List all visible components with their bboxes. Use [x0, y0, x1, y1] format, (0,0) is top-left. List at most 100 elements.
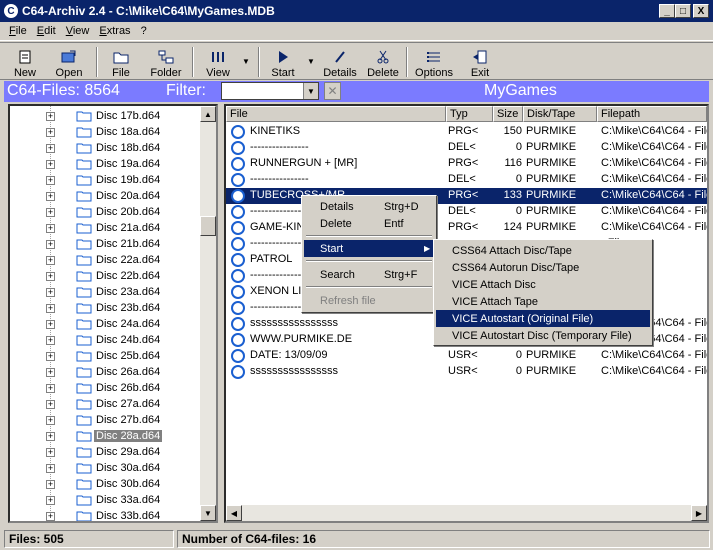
- tree-item[interactable]: + Disc 21b.d64: [10, 236, 205, 252]
- tree-item[interactable]: + Disc 25b.d64: [10, 348, 205, 364]
- view-dropdown-arrow-icon[interactable]: ▼: [242, 57, 250, 66]
- expand-icon[interactable]: +: [46, 367, 55, 377]
- file-button[interactable]: File: [106, 45, 136, 79]
- menu-item-details[interactable]: Details Strg+D: [304, 198, 434, 215]
- column-file[interactable]: File: [226, 106, 446, 122]
- column-size[interactable]: Size: [493, 106, 523, 122]
- tree-item[interactable]: + Disc 27b.d64: [10, 412, 205, 428]
- tree-item[interactable]: + Disc 22a.d64: [10, 252, 205, 268]
- tree-item[interactable]: + Disc 27a.d64: [10, 396, 205, 412]
- options-button[interactable]: Options: [414, 45, 454, 79]
- tree-item[interactable]: + Disc 20b.d64: [10, 204, 205, 220]
- close-button[interactable]: X: [693, 4, 709, 18]
- expand-icon[interactable]: +: [46, 415, 55, 425]
- table-row[interactable]: GAME-KIN PRG< 124 PURMIKE C:\Mike\C64\C64 - …: [226, 220, 707, 236]
- expand-icon[interactable]: +: [46, 239, 55, 249]
- tree-item[interactable]: + Disc 19a.d64: [10, 156, 205, 172]
- tree-item[interactable]: + Disc 18b.d64: [10, 140, 205, 156]
- column-filepath[interactable]: Filepath: [597, 106, 707, 122]
- open-button[interactable]: Open: [52, 45, 86, 79]
- expand-icon[interactable]: +: [46, 447, 55, 457]
- minimize-button[interactable]: _: [659, 4, 675, 18]
- menu-view[interactable]: View: [61, 25, 95, 37]
- tree-item[interactable]: + Disc 20a.d64: [10, 188, 205, 204]
- submenu-item[interactable]: CSS64 Autorun Disc/Tape: [436, 259, 650, 276]
- submenu-item[interactable]: VICE Autostart Disc (Temporary File): [436, 327, 650, 344]
- menu-item-search[interactable]: Search Strg+F: [304, 266, 434, 283]
- table-row[interactable]: TUBECROSS+/MR PRG< 133 PURMIKE C:\Mike\C64\C…: [226, 188, 707, 204]
- expand-icon[interactable]: +: [46, 207, 55, 217]
- tree-item[interactable]: + Disc 33a.d64: [10, 492, 205, 508]
- menu-item-delete[interactable]: Delete Entf: [304, 215, 434, 232]
- menu-extras[interactable]: Extras: [94, 25, 135, 37]
- expand-icon[interactable]: +: [46, 143, 55, 153]
- folder-tree[interactable]: + Disc 17b.d64 + Disc 18a.d64 + Disc 18b.d64 +…: [8, 104, 218, 523]
- delete-button[interactable]: Delete: [366, 45, 400, 79]
- tree-item[interactable]: + Disc 30a.d64: [10, 460, 205, 476]
- table-row[interactable]: DATE: 13/09/09 USR< 0 PURMIKE C:\Mike\C64\C6…: [226, 348, 707, 364]
- table-row[interactable]: ---------------- DEL< 0 PURMIKE C:\Mike\C64\…: [226, 140, 707, 156]
- tree-item[interactable]: + Disc 30b.d64: [10, 476, 205, 492]
- submenu-item[interactable]: VICE Autostart (Original File): [436, 310, 650, 327]
- expand-icon[interactable]: +: [46, 463, 55, 473]
- table-row[interactable]: ssssssssssssssss USR< 0 PURMIKE C:\Mike\C64\…: [226, 364, 707, 380]
- expand-icon[interactable]: +: [46, 287, 55, 297]
- expand-icon[interactable]: +: [46, 303, 55, 313]
- expand-icon[interactable]: +: [46, 431, 55, 441]
- tree-scrollbar[interactable]: ▲ ▼: [200, 106, 216, 521]
- tree-item[interactable]: + Disc 33b.d64: [10, 508, 205, 521]
- scroll-thumb[interactable]: [200, 216, 216, 236]
- expand-icon[interactable]: +: [46, 319, 55, 329]
- expand-icon[interactable]: +: [46, 399, 55, 409]
- expand-icon[interactable]: +: [46, 495, 55, 505]
- menu-help[interactable]: ?: [136, 25, 152, 37]
- column-disk-tape[interactable]: Disk/Tape: [523, 106, 597, 122]
- expand-icon[interactable]: +: [46, 383, 55, 393]
- menu-item-start[interactable]: Start ▶: [304, 240, 434, 257]
- table-row[interactable]: RUNNERGUN + [MR] PRG< 116 PURMIKE C:\Mike\C6…: [226, 156, 707, 172]
- expand-icon[interactable]: +: [46, 223, 55, 233]
- submenu-item[interactable]: VICE Attach Tape: [436, 293, 650, 310]
- submenu-item[interactable]: VICE Attach Disc: [436, 276, 650, 293]
- start-button[interactable]: Start: [268, 45, 298, 79]
- expand-icon[interactable]: +: [46, 127, 55, 137]
- expand-icon[interactable]: +: [46, 479, 55, 489]
- expand-icon[interactable]: +: [46, 351, 55, 361]
- tree-item[interactable]: + Disc 21a.d64: [10, 220, 205, 236]
- menu-edit[interactable]: Edit: [32, 25, 61, 37]
- tree-item[interactable]: + Disc 24b.d64: [10, 332, 205, 348]
- column-typ[interactable]: Typ: [446, 106, 493, 122]
- table-row[interactable]: ---------------- DEL< 0 PURMIKE C:\Mike\C64\…: [226, 204, 707, 220]
- chevron-down-icon[interactable]: ▼: [303, 83, 318, 99]
- view-button[interactable]: View: [202, 45, 234, 79]
- expand-icon[interactable]: +: [46, 175, 55, 185]
- table-row[interactable]: ---------------- DEL< 0 PURMIKE C:\Mike\C64\…: [226, 172, 707, 188]
- expand-icon[interactable]: +: [46, 191, 55, 201]
- tree-item[interactable]: + Disc 22b.d64: [10, 268, 205, 284]
- app-icon[interactable]: C: [4, 4, 18, 18]
- tree-item[interactable]: + Disc 26a.d64: [10, 364, 205, 380]
- expand-icon[interactable]: +: [46, 511, 55, 521]
- clear-filter-icon[interactable]: ✕: [324, 82, 341, 100]
- scroll-up-icon[interactable]: ▲: [200, 106, 216, 122]
- start-dropdown-arrow-icon[interactable]: ▼: [307, 57, 315, 66]
- menu-item-refresh-file[interactable]: Refresh file: [304, 292, 434, 309]
- expand-icon[interactable]: +: [46, 111, 55, 121]
- table-row[interactable]: KINETIKS PRG< 150 PURMIKE C:\Mike\C64\C64 - …: [226, 124, 707, 140]
- tree-item[interactable]: + Disc 17b.d64: [10, 108, 205, 124]
- expand-icon[interactable]: +: [46, 271, 55, 281]
- maximize-button[interactable]: □: [675, 4, 691, 18]
- exit-button[interactable]: Exit: [466, 45, 494, 79]
- expand-icon[interactable]: +: [46, 335, 55, 345]
- tree-item[interactable]: + Disc 26b.d64: [10, 380, 205, 396]
- tree-item[interactable]: + Disc 28a.d64: [10, 428, 205, 444]
- expand-icon[interactable]: +: [46, 159, 55, 169]
- details-button[interactable]: Details: [322, 45, 358, 79]
- tree-item[interactable]: + Disc 23a.d64: [10, 284, 205, 300]
- scroll-left-icon[interactable]: ◀: [226, 505, 242, 521]
- scroll-down-icon[interactable]: ▼: [200, 505, 216, 521]
- tree-item[interactable]: + Disc 24a.d64: [10, 316, 205, 332]
- tree-item[interactable]: + Disc 18a.d64: [10, 124, 205, 140]
- tree-item[interactable]: + Disc 23b.d64: [10, 300, 205, 316]
- submenu-item[interactable]: CSS64 Attach Disc/Tape: [436, 242, 650, 259]
